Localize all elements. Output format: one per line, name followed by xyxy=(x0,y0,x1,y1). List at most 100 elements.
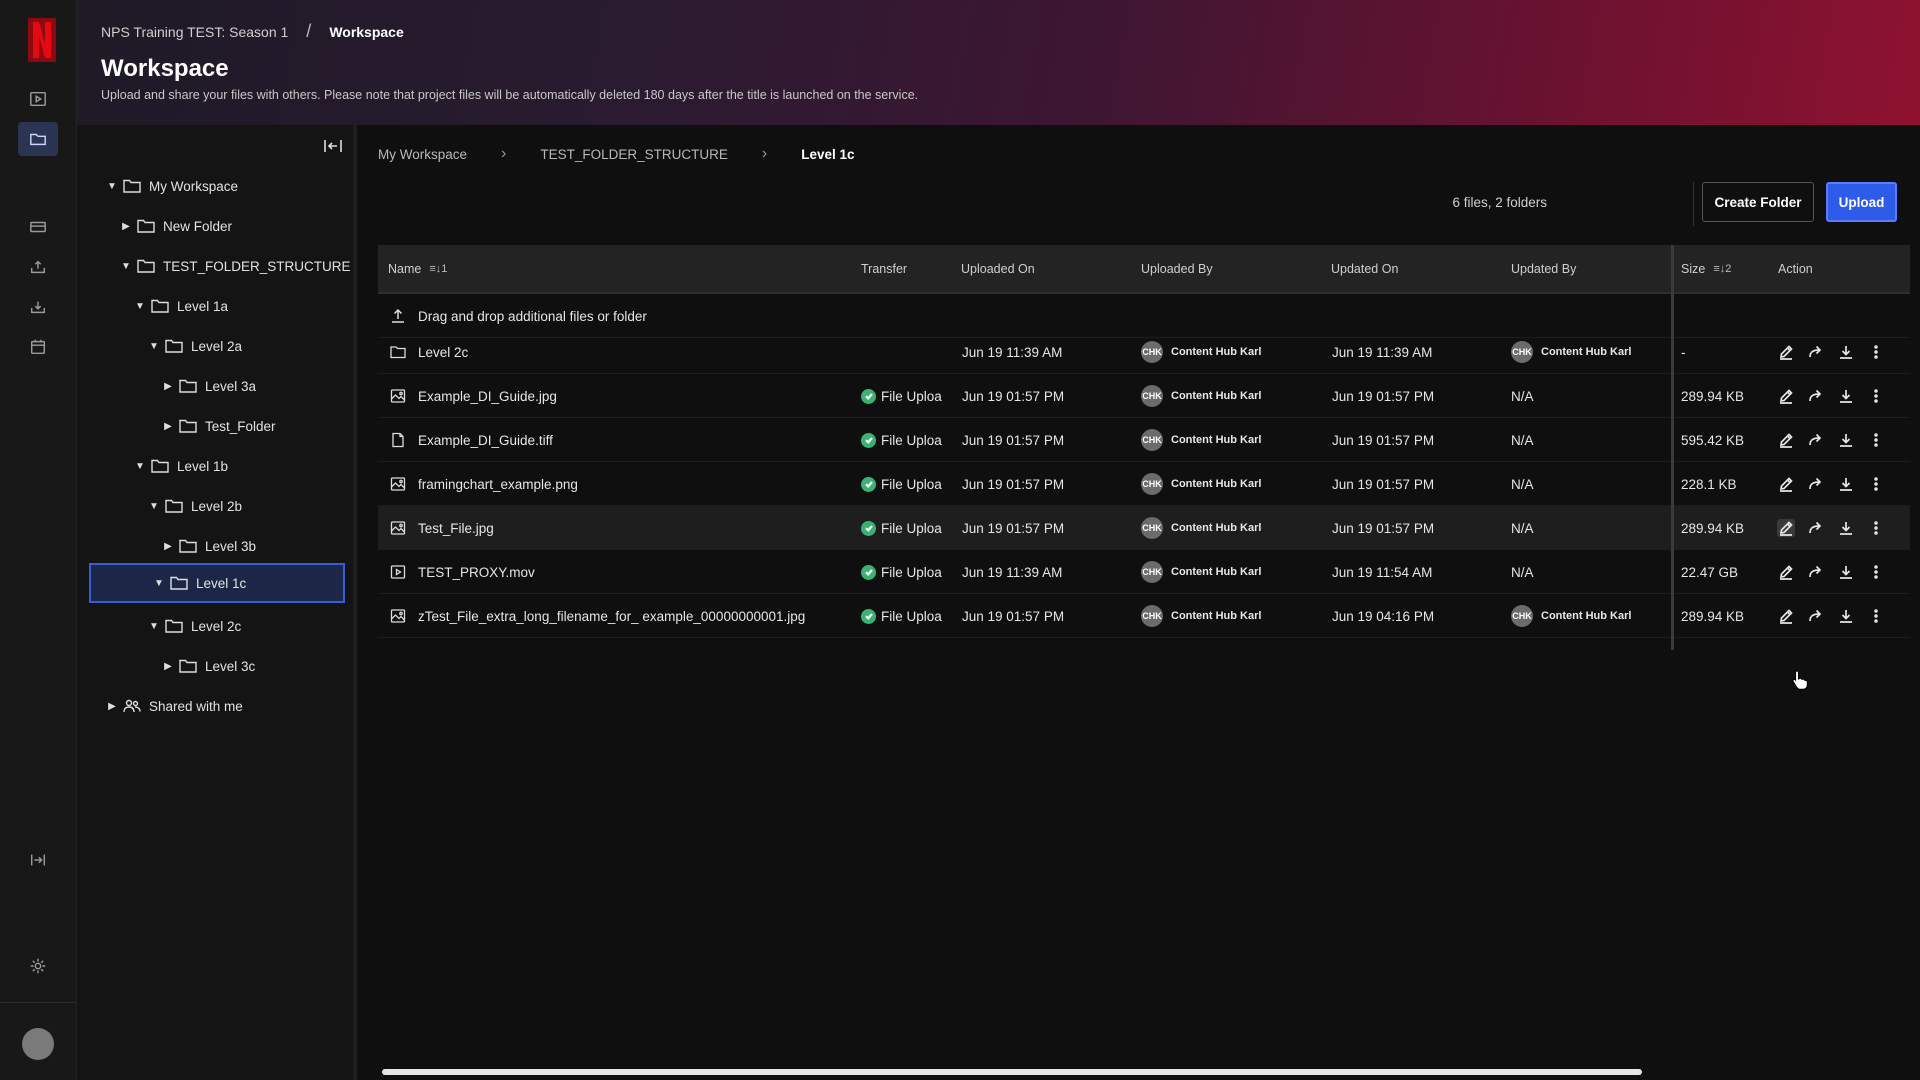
download-button[interactable] xyxy=(1837,519,1855,537)
table-row[interactable]: Example_DI_Guide.tiff File Uploa Jun 19 … xyxy=(378,418,1910,462)
breadcrumb-my-workspace[interactable]: My Workspace xyxy=(378,147,467,162)
share-button[interactable] xyxy=(1807,607,1825,625)
caret-down-icon[interactable]: ▼ xyxy=(152,578,166,589)
caret-down-icon[interactable]: ▼ xyxy=(147,621,161,632)
file-name[interactable]: Example_DI_Guide.tiff xyxy=(418,433,553,448)
rail-workspace-button[interactable] xyxy=(18,122,58,156)
tree-item[interactable]: ▶ Test_Folder xyxy=(161,407,275,445)
rename-button[interactable] xyxy=(1777,563,1795,581)
table-row[interactable]: TEST_PROXY.mov File Uploa Jun 19 11:39 A… xyxy=(378,550,1910,594)
column-transfer[interactable]: Transfer xyxy=(861,245,907,292)
user-name: Content Hub Karl xyxy=(1171,522,1262,534)
user-avatar[interactable] xyxy=(22,1028,54,1060)
table-row[interactable]: Example_DI_Guide.jpg File Uploa Jun 19 0… xyxy=(378,374,1910,418)
caret-down-icon[interactable]: ▼ xyxy=(133,461,147,472)
caret-down-icon[interactable]: ▼ xyxy=(105,181,119,192)
column-updated-on[interactable]: Updated On xyxy=(1331,245,1398,292)
table-row[interactable]: Level 2c Jun 19 11:39 AM CHK Content Hub … xyxy=(378,330,1910,374)
caret-right-icon[interactable]: ▶ xyxy=(161,381,175,392)
download-button[interactable] xyxy=(1837,431,1855,449)
column-resize-handle[interactable] xyxy=(1671,245,1674,650)
rail-storage-button[interactable] xyxy=(18,210,58,244)
share-button[interactable] xyxy=(1807,343,1825,361)
rail-deliveries-button[interactable] xyxy=(18,290,58,324)
upload-button[interactable]: Upload xyxy=(1826,182,1897,222)
rail-projects-button[interactable] xyxy=(18,82,58,116)
download-button[interactable] xyxy=(1837,387,1855,405)
rail-calendar-button[interactable] xyxy=(18,330,58,364)
rename-button[interactable] xyxy=(1777,431,1795,449)
collapse-panel-icon[interactable] xyxy=(323,137,343,155)
rename-button[interactable] xyxy=(1777,387,1795,405)
file-name[interactable]: Test_File.jpg xyxy=(418,521,494,536)
column-updated-by[interactable]: Updated By xyxy=(1511,245,1576,292)
tree-item[interactable]: ▶ New Folder xyxy=(119,207,232,245)
tree-item[interactable]: ▼ Level 2b xyxy=(147,487,242,525)
rename-button[interactable] xyxy=(1777,343,1795,361)
file-name[interactable]: Level 2c xyxy=(418,345,468,360)
caret-down-icon[interactable]: ▼ xyxy=(119,261,133,272)
rail-settings-button[interactable] xyxy=(18,949,58,983)
rail-expand-button[interactable] xyxy=(18,843,58,877)
kebab-menu-icon xyxy=(1874,521,1878,535)
tree-item[interactable]: ▶ Level 3a xyxy=(161,367,256,405)
more-options-button[interactable] xyxy=(1867,387,1885,405)
caret-down-icon[interactable]: ▼ xyxy=(147,341,161,352)
download-button[interactable] xyxy=(1837,563,1855,581)
file-name[interactable]: TEST_PROXY.mov xyxy=(418,565,535,580)
share-button[interactable] xyxy=(1807,519,1825,537)
tree-item[interactable]: ▼ Level 1c xyxy=(89,563,345,603)
breadcrumb-test-folder-structure[interactable]: TEST_FOLDER_STRUCTURE xyxy=(540,147,728,162)
caret-right-icon[interactable]: ▶ xyxy=(161,541,175,552)
download-button[interactable] xyxy=(1837,607,1855,625)
more-options-button[interactable] xyxy=(1867,563,1885,581)
rename-button[interactable] xyxy=(1777,475,1795,493)
download-button[interactable] xyxy=(1837,343,1855,361)
caret-right-icon[interactable]: ▶ xyxy=(161,661,175,672)
tree-item[interactable]: ▼ Level 1b xyxy=(133,447,228,485)
tree-item[interactable]: ▼ My Workspace xyxy=(105,167,238,205)
create-folder-button[interactable]: Create Folder xyxy=(1702,182,1814,222)
table-row[interactable]: Test_File.jpg File Uploa Jun 19 01:57 PM… xyxy=(378,506,1910,550)
share-button[interactable] xyxy=(1807,431,1825,449)
rail-inbox-button[interactable] xyxy=(18,250,58,284)
table-row[interactable]: framingchart_example.png File Uploa Jun … xyxy=(378,462,1910,506)
rename-button[interactable] xyxy=(1777,519,1795,537)
project-link[interactable]: NPS Training TEST: Season 1 xyxy=(101,24,288,40)
download-button[interactable] xyxy=(1837,475,1855,493)
table-row[interactable]: zTest_File_extra_long_filename_for_ exam… xyxy=(378,594,1910,638)
caret-right-icon[interactable]: ▶ xyxy=(161,421,175,432)
more-options-button[interactable] xyxy=(1867,343,1885,361)
column-name[interactable]: Name ≡↓1 xyxy=(388,245,447,292)
tree-item[interactable]: ▼ Level 2c xyxy=(147,607,241,645)
share-button[interactable] xyxy=(1807,387,1825,405)
tree-item[interactable]: ▼ Level 1a xyxy=(133,287,228,325)
more-options-button[interactable] xyxy=(1867,475,1885,493)
tree-item[interactable]: ▼ Level 2a xyxy=(147,327,242,365)
caret-right-icon[interactable]: ▶ xyxy=(119,221,133,232)
file-name[interactable]: Example_DI_Guide.jpg xyxy=(418,389,557,404)
tree-item[interactable]: ▶ Level 3b xyxy=(161,527,256,565)
more-options-button[interactable] xyxy=(1867,519,1885,537)
caret-right-icon[interactable]: ▶ xyxy=(105,701,119,712)
tree-item[interactable]: ▼ TEST_FOLDER_STRUCTURE xyxy=(119,247,350,285)
more-options-button[interactable] xyxy=(1867,431,1885,449)
uploaded-on: Jun 19 11:39 AM xyxy=(962,344,1063,360)
file-name[interactable]: framingchart_example.png xyxy=(418,477,578,492)
tree-item[interactable]: ▶ Shared with me xyxy=(105,687,243,725)
file-name[interactable]: zTest_File_extra_long_filename_for_ exam… xyxy=(418,609,805,624)
more-options-button[interactable] xyxy=(1867,607,1885,625)
netflix-logo-icon[interactable] xyxy=(28,18,56,62)
share-button[interactable] xyxy=(1807,563,1825,581)
column-uploaded-by[interactable]: Uploaded By xyxy=(1141,245,1213,292)
play-square-icon xyxy=(30,91,46,107)
tree-item[interactable]: ▶ Level 3c xyxy=(161,647,255,685)
column-size[interactable]: Size ≡↓2 xyxy=(1681,245,1731,292)
column-uploaded-on[interactable]: Uploaded On xyxy=(961,245,1035,292)
rename-button[interactable] xyxy=(1777,607,1795,625)
caret-down-icon[interactable]: ▼ xyxy=(147,501,161,512)
share-button[interactable] xyxy=(1807,475,1825,493)
user-name: Content Hub Karl xyxy=(1171,346,1262,358)
horizontal-scrollbar[interactable] xyxy=(382,1069,1642,1075)
caret-down-icon[interactable]: ▼ xyxy=(133,301,147,312)
